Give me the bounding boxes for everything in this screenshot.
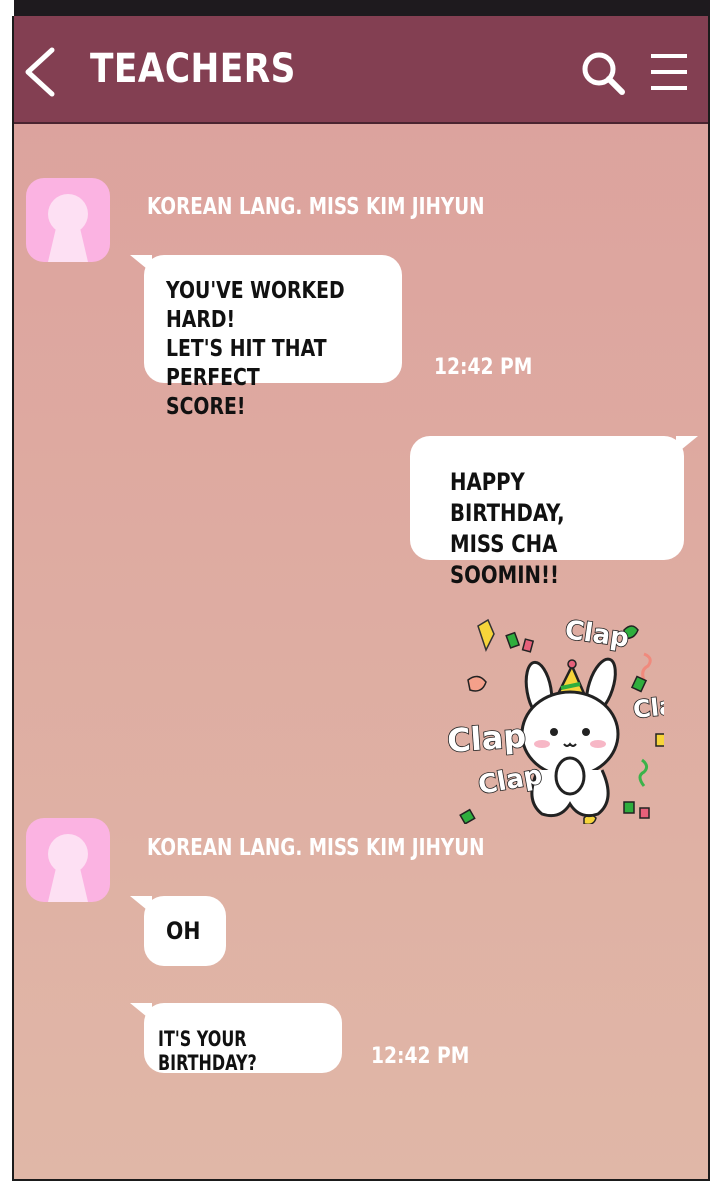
chat-title: TEACHERS: [90, 46, 296, 92]
bunny-sticker-image: Clap Clap Clap Clap: [445, 614, 694, 826]
sender-avatar[interactable]: [26, 818, 110, 902]
clap-text: Clap: [632, 690, 664, 724]
sender-name: KOREAN LANG. MISS KIM JIHYUN: [147, 835, 485, 861]
message-timestamp: 12:42 PM: [371, 1044, 470, 1069]
back-chevron-icon: [25, 47, 55, 97]
default-avatar-icon: [48, 834, 88, 902]
message-bubble[interactable]: YOU'VE WORKED HARD! LET'S HIT THAT PERFE…: [130, 255, 402, 420]
clap-text: Clap: [563, 615, 631, 654]
sender-name: KOREAN LANG. MISS KIM JIHYUN: [147, 194, 485, 220]
sender-avatar[interactable]: [26, 178, 110, 262]
message-timestamp: 12:42 PM: [434, 355, 533, 380]
message-bubble[interactable]: HAPPY BIRTHDAY, MISS CHA SOOMIN!!: [410, 436, 698, 589]
menu-button[interactable]: [648, 50, 690, 94]
clap-text: Clap: [446, 717, 527, 760]
search-icon: [582, 52, 625, 95]
message-text: OH: [166, 917, 201, 945]
clapping-bunny-sticker[interactable]: Clap Clap Clap Clap: [434, 594, 694, 826]
message-text: HAPPY BIRTHDAY, MISS CHA SOOMIN!!: [450, 468, 565, 589]
message-bubble[interactable]: IT'S YOUR BIRTHDAY?: [130, 1003, 342, 1075]
message-text: YOU'VE WORKED HARD! LET'S HIT THAT PERFE…: [166, 278, 345, 420]
status-bar: [14, 0, 710, 16]
message-text: IT'S YOUR BIRTHDAY?: [158, 1027, 257, 1075]
back-button[interactable]: [18, 44, 62, 100]
default-avatar-icon: [48, 194, 88, 262]
chat-screen: TEACHERS KOREAN LANG. MISS KIM JIHYUN YO…: [12, 16, 710, 1181]
message-bubble[interactable]: OH: [130, 896, 226, 966]
search-button[interactable]: [580, 50, 626, 96]
chat-header: TEACHERS: [14, 16, 708, 124]
hamburger-menu-icon: [651, 54, 687, 90]
